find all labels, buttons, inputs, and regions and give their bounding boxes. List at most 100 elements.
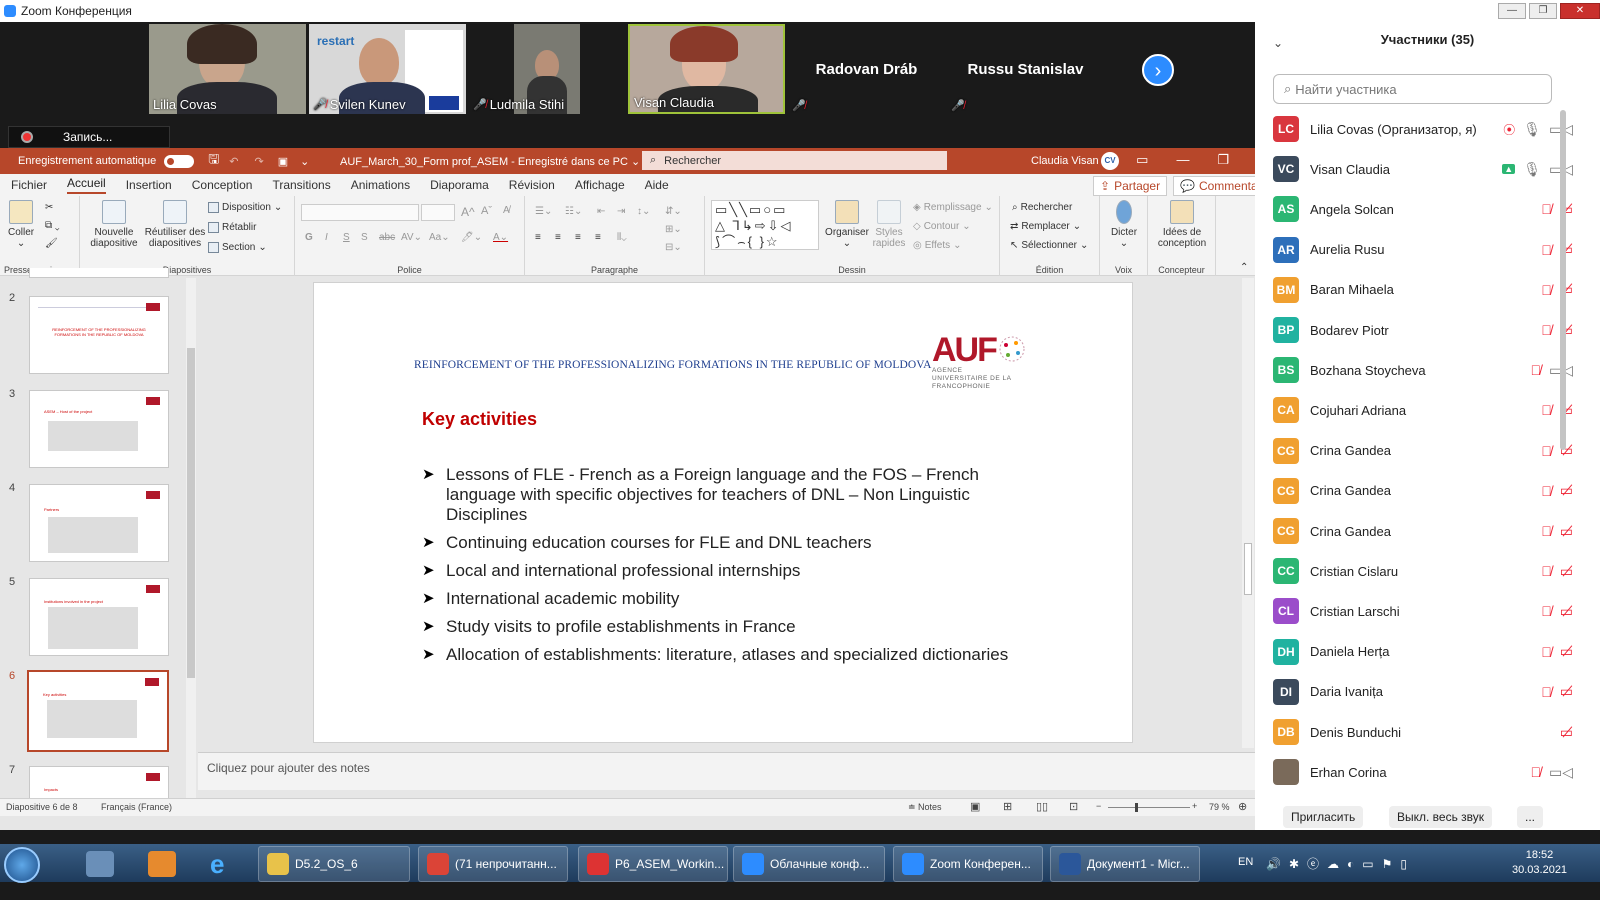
tab-help[interactable]: Aide <box>645 178 669 192</box>
align-text-icon[interactable]: ⊞⌄ <box>665 224 682 235</box>
participant-row[interactable]: BM Baran Mihaela 🎙̸ ▭̸ <box>1273 275 1573 305</box>
fit-slide-icon[interactable]: ⊕ <box>1238 800 1247 813</box>
font-color-icon[interactable]: A⌄ <box>493 232 508 243</box>
collapse-ribbon-icon[interactable]: ⌃ <box>1240 262 1248 273</box>
next-page-arrow-icon[interactable]: › <box>1142 54 1174 86</box>
tab-insert[interactable]: Insertion <box>126 178 172 192</box>
participant-row[interactable]: DB Denis Bunduchi ▭̸ <box>1273 717 1573 747</box>
slideshow-view-icon[interactable]: ⊡ <box>1069 800 1078 813</box>
strikethrough-icon[interactable]: abc <box>379 232 395 243</box>
align-right-icon[interactable]: ≡ <box>575 232 581 243</box>
redo-icon[interactable]: ↷ <box>254 155 263 168</box>
start-button[interactable] <box>4 847 40 883</box>
thumbnail-partial[interactable] <box>29 268 169 278</box>
ppt-search[interactable]: ⌕ Rechercher <box>642 151 947 170</box>
avatar[interactable]: CV <box>1101 152 1119 170</box>
utility-icon[interactable] <box>86 851 114 877</box>
tab-home[interactable]: Accueil <box>67 176 106 194</box>
case-icon[interactable]: Aa⌄ <box>429 232 450 243</box>
shadow-icon[interactable]: S <box>361 232 368 243</box>
italic-icon[interactable]: I <box>325 232 328 243</box>
outline-button[interactable]: ◇ Contour ⌄ <box>913 221 971 232</box>
thumbnail-slide-5[interactable]: Institutions involved in the project <box>29 578 169 656</box>
find-button[interactable]: ⌕ Rechercher <box>1012 202 1072 213</box>
autosave-toggle[interactable] <box>164 154 195 168</box>
tab-transitions[interactable]: Transitions <box>272 178 330 192</box>
slideshow-icon[interactable]: ▣ <box>278 155 288 168</box>
slide-bullet-list[interactable]: Lessons of FLE - French as a Foreign lan… <box>422 465 1042 673</box>
video-tile[interactable]: Lilia Covas <box>149 24 306 114</box>
media-player-icon[interactable] <box>148 851 176 877</box>
minimize-icon[interactable]: — <box>1498 3 1526 19</box>
paste-button[interactable]: Coller ⌄ <box>8 200 34 249</box>
more-button[interactable]: ... <box>1517 806 1544 828</box>
text-direction-icon[interactable]: ⇵⌄ <box>665 206 682 217</box>
dictate-button[interactable]: Dicter ⌄ <box>1108 200 1140 249</box>
participant-row[interactable]: BP Bodarev Piotr 🎙̸ ▭̸ <box>1273 315 1573 345</box>
language-status[interactable]: Français (France) <box>101 802 172 812</box>
tab-review[interactable]: Révision <box>509 178 555 192</box>
tab-slideshow[interactable]: Diaporama <box>430 178 489 192</box>
quick-styles-button[interactable]: Styles rapides <box>869 200 909 249</box>
cut-icon[interactable]: ✂ <box>45 202 53 213</box>
zoom-in-icon[interactable]: + <box>1192 801 1197 811</box>
slide-canvas[interactable]: REINFORCEMENT OF THE PROFESSIONALIZING F… <box>313 282 1133 743</box>
clear-format-icon[interactable]: A̸ <box>503 205 510 216</box>
zoom-out-icon[interactable]: − <box>1096 801 1101 811</box>
align-left-icon[interactable]: ≡ <box>535 232 541 243</box>
shapes-gallery[interactable]: ▭╲╲▭○▭ △ ⅂↳⇨⇩◁ ⟆⌒⌢{ }☆ <box>711 200 819 250</box>
participant-row[interactable]: CG Crina Gandea 🎙̸ ▭̸ <box>1273 516 1573 546</box>
video-tile[interactable]: restart 🎤̸ Svilen Kunev <box>309 24 466 114</box>
copy-icon[interactable]: ⧉ ⌄ <box>45 220 60 231</box>
layout-button[interactable]: Disposition ⌄ <box>208 202 282 213</box>
tab-design[interactable]: Conception <box>192 178 253 192</box>
bold-icon[interactable]: G <box>305 232 313 243</box>
thumbnail-slide-6-selected[interactable]: Key activities <box>27 670 169 752</box>
increase-indent-icon[interactable]: ⇥ <box>617 206 625 217</box>
customize-qat-icon[interactable]: ⌄ <box>300 155 309 168</box>
taskbar-item[interactable]: D5.2_OS_6 <box>258 846 410 882</box>
participant-scrollbar[interactable] <box>1560 110 1566 450</box>
bullets-icon[interactable]: ☰⌄ <box>535 206 552 217</box>
fill-button[interactable]: ◈ Remplissage ⌄ <box>913 202 993 213</box>
columns-icon[interactable]: ⫴⌄ <box>617 232 627 243</box>
slide-scrollbar[interactable] <box>1242 278 1254 748</box>
line-spacing-icon[interactable]: ↕⌄ <box>637 206 650 217</box>
participant-row[interactable]: AS Angela Solcan 🎙̸ ▭̸ <box>1273 194 1573 224</box>
taskbar-item[interactable]: Документ1 - Micr... <box>1050 846 1200 882</box>
font-size-select[interactable] <box>421 204 455 221</box>
tab-file[interactable]: Fichier <box>11 178 47 192</box>
format-painter-icon[interactable]: 🖌 <box>45 238 58 249</box>
zoom-slider[interactable] <box>1108 803 1190 812</box>
close-icon[interactable]: ✕ <box>1560 3 1600 19</box>
taskbar-item[interactable]: (71 непрочитанн... <box>418 846 568 882</box>
reset-button[interactable]: Rétablir <box>208 222 256 233</box>
font-name-select[interactable] <box>301 204 419 221</box>
video-tile[interactable]: Radovan Dráb 🎤̸ <box>788 24 945 114</box>
recording-indicator[interactable]: Запись... <box>8 126 170 148</box>
doc-title[interactable]: AUF_March_30_Form prof_ASEM - Enregistré… <box>340 155 640 168</box>
replace-button[interactable]: ⇄ Remplacer ⌄ <box>1010 221 1081 232</box>
notes-pane[interactable]: Cliquez pour ajouter des notes <box>198 752 1255 790</box>
tab-animations[interactable]: Animations <box>351 178 410 192</box>
internet-explorer-icon[interactable]: e <box>210 851 224 877</box>
mute-all-button[interactable]: Выкл. весь звук <box>1389 806 1493 828</box>
select-button[interactable]: ↖ Sélectionner ⌄ <box>1010 240 1088 251</box>
thumbnail-scrollbar[interactable] <box>186 278 196 810</box>
zoom-level[interactable]: 79 % <box>1209 802 1230 812</box>
sorter-view-icon[interactable]: ⊞ <box>1003 800 1012 813</box>
slide-title[interactable]: Key activities <box>422 409 537 430</box>
invite-button[interactable]: Пригласить <box>1283 806 1364 828</box>
decrease-indent-icon[interactable]: ⇤ <box>597 206 605 217</box>
normal-view-icon[interactable]: ▣ <box>970 800 980 813</box>
undo-icon[interactable]: ↶ <box>229 155 238 168</box>
ribbon-display-icon[interactable]: ▭ <box>1136 152 1148 168</box>
participant-row[interactable]: CG Crina Gandea 🎙̸ ▭̸ <box>1273 476 1573 506</box>
taskbar-item[interactable]: Облачные конф... <box>733 846 885 882</box>
participant-row[interactable]: Erhan Corina 🎙̸ ▭◁ <box>1273 757 1573 787</box>
participant-row[interactable]: CA Cojuhari Adriana 🎙̸ ▭̸ <box>1273 395 1573 425</box>
video-tile-active-speaker[interactable]: Visan Claudia <box>628 24 785 114</box>
taskbar-item[interactable]: P6_ASEM_Workin... <box>578 846 728 882</box>
effects-button[interactable]: ◎ Effets ⌄ <box>913 240 962 251</box>
share-button[interactable]: ⇪ Partager <box>1093 176 1168 196</box>
